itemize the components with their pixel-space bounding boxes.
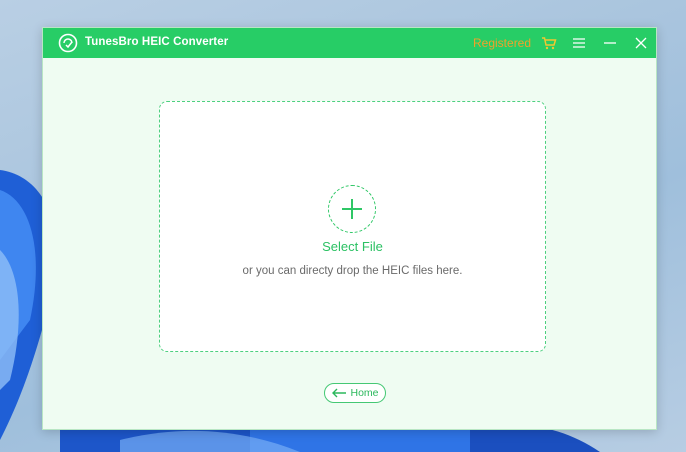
file-drop-zone[interactable]: Select File or you can directy drop the …	[159, 101, 546, 352]
app-window: TunesBro HEIC Converter Registered Selec…	[42, 27, 657, 430]
title-bar[interactable]: TunesBro HEIC Converter Registered	[43, 28, 656, 58]
app-logo-icon	[58, 33, 78, 53]
hamburger-menu-icon[interactable]	[571, 35, 587, 51]
plus-icon	[342, 199, 362, 219]
select-file-button[interactable]	[328, 185, 376, 233]
select-file-label[interactable]: Select File	[160, 239, 545, 254]
close-icon[interactable]	[633, 35, 649, 51]
app-title: TunesBro HEIC Converter	[85, 36, 229, 48]
arrow-left-icon	[332, 388, 347, 398]
drop-hint-text: or you can directy drop the HEIC files h…	[242, 265, 463, 277]
home-button-label: Home	[350, 387, 379, 399]
minimize-icon[interactable]	[602, 35, 618, 51]
registered-label[interactable]: Registered	[473, 36, 531, 50]
cart-icon[interactable]	[541, 35, 557, 51]
home-button[interactable]: Home	[324, 383, 386, 403]
